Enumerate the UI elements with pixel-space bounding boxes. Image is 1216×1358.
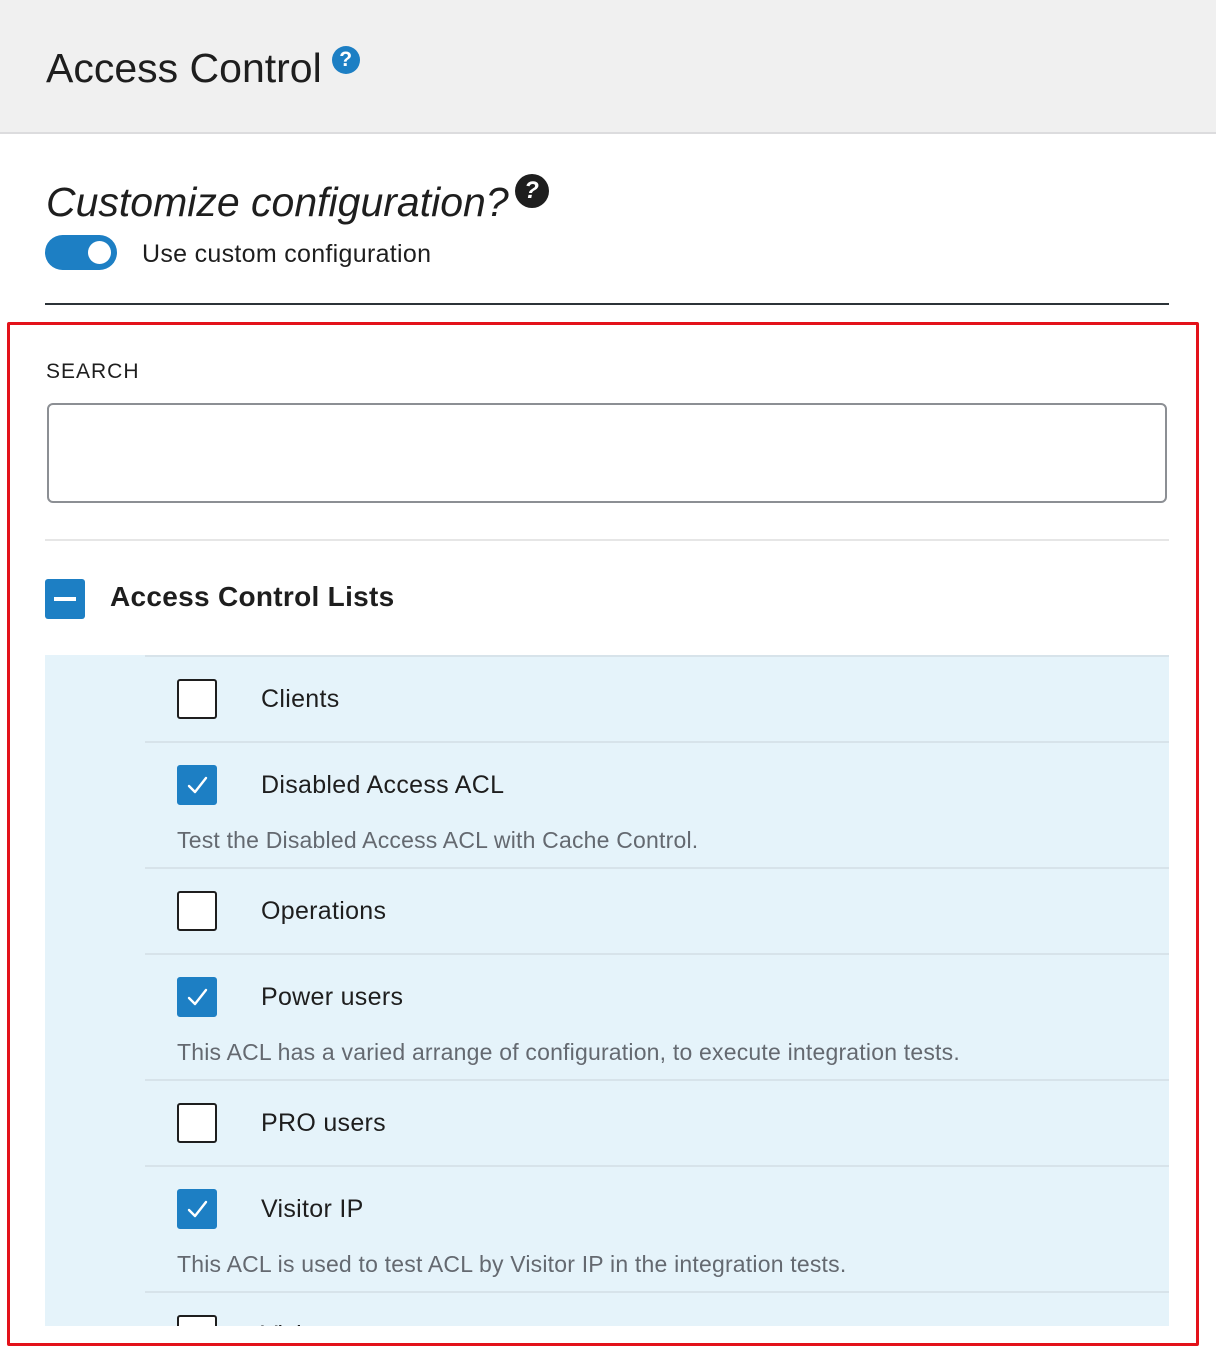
acl-item-checkbox[interactable]	[177, 679, 217, 719]
help-icon[interactable]: ?	[331, 46, 360, 74]
checkmark-icon	[187, 1200, 208, 1218]
checkmark-icon	[187, 776, 208, 794]
acl-item-row[interactable]: Operations	[145, 869, 1169, 953]
customize-title-text: Customize configuration?	[46, 179, 509, 225]
list-item: Operations	[145, 867, 1169, 953]
acl-item-checkbox[interactable]	[177, 765, 217, 805]
page-header: Access Control ?	[0, 0, 1216, 134]
acl-item-row[interactable]: Clients	[145, 657, 1169, 741]
acl-item-checkbox[interactable]	[177, 1189, 217, 1229]
acl-item-label: Operations	[261, 897, 387, 925]
search-input[interactable]	[47, 403, 1167, 503]
checkmark-icon	[187, 988, 208, 1006]
list-item: Disabled Access ACL Test the Disabled Acc…	[145, 741, 1169, 867]
toggle-knob	[88, 241, 111, 264]
section-divider	[45, 303, 1169, 305]
acl-item-description: This ACL is used to test ACL by Visitor …	[177, 1251, 847, 1277]
acl-item-row[interactable]: Visitor IP	[145, 1167, 1169, 1251]
list-item: Clients	[145, 655, 1169, 741]
list-item: Power users This ACL has a varied arrange…	[145, 953, 1169, 1079]
acl-group-checkbox[interactable]	[45, 579, 85, 619]
list-item: PRO users	[145, 1079, 1169, 1165]
customize-title: Customize configuration? ?	[46, 174, 549, 230]
acl-item-row[interactable]: Visitors	[145, 1293, 1169, 1326]
acl-item-checkbox[interactable]	[177, 1103, 217, 1143]
acl-item-row[interactable]: PRO users	[145, 1081, 1169, 1165]
acl-item-label: Disabled Access ACL	[261, 771, 505, 799]
indeterminate-icon	[54, 597, 76, 601]
acl-item-description: Test the Disabled Access ACL with Cache …	[177, 827, 699, 853]
acl-item-label: Visitor IP	[261, 1195, 364, 1223]
acl-item-checkbox[interactable]	[177, 891, 217, 931]
acl-item-label: Visitors	[261, 1321, 345, 1326]
list-item: Visitor IP This ACL is used to test ACL b…	[145, 1165, 1169, 1291]
acl-item-row[interactable]: Disabled Access ACL	[145, 743, 1169, 827]
page-title-text: Access Control	[46, 45, 322, 91]
search-divider	[45, 539, 1169, 541]
custom-config-toggle[interactable]	[45, 235, 117, 270]
help-icon[interactable]: ?	[514, 174, 549, 208]
toggle-label: Use custom configuration	[142, 240, 432, 268]
acl-item-checkbox[interactable]	[177, 1315, 217, 1326]
acl-item-label: PRO users	[261, 1109, 386, 1137]
acl-item-label: Clients	[261, 685, 340, 713]
acl-group-title: Access Control Lists	[110, 581, 395, 612]
search-label: SEARCH	[46, 360, 140, 383]
list-item: Visitors	[145, 1291, 1169, 1326]
acl-item-description: This ACL has a varied arrange of configu…	[177, 1039, 960, 1065]
acl-item-checkbox[interactable]	[177, 977, 217, 1017]
acl-item-label: Power users	[261, 983, 404, 1011]
page-title: Access Control ?	[46, 40, 360, 96]
acl-item-row[interactable]: Power users	[145, 955, 1169, 1039]
acl-list: Clients Disabled Access ACL Test the Disab…	[45, 655, 1169, 1326]
